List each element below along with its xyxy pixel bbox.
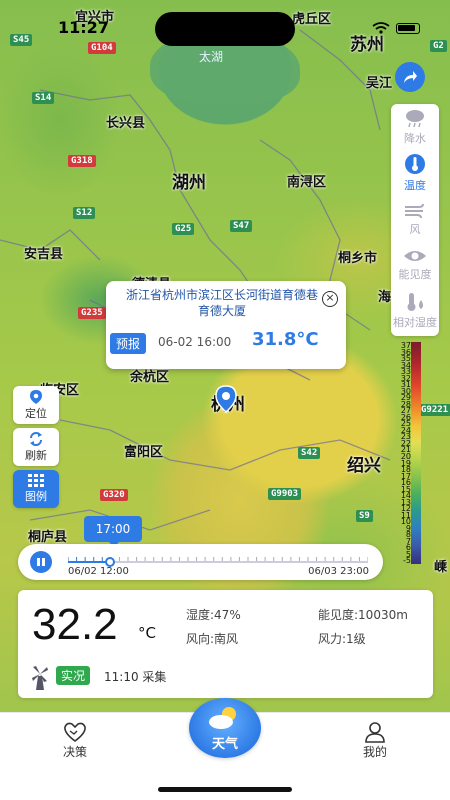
- road-shield: S14: [32, 92, 55, 104]
- wind-force-value: 风力:1级: [318, 632, 366, 646]
- place-label: 南浔区: [287, 175, 327, 190]
- share-arrow-icon: [404, 71, 417, 83]
- humidity-value: 湿度:47%: [186, 608, 241, 622]
- forecast-time: 06-02 16:00: [158, 335, 232, 349]
- observation-tag: 实况: [56, 666, 91, 685]
- observation-card: 32.2 °C 湿度:47% 能见度:10030m 风向:南风 风力:1级 实况…: [18, 590, 433, 698]
- observation-time: 11:10 采集: [104, 670, 167, 684]
- forecast-popup: 浙江省杭州市滨江区长河街道育德巷育德大厦 × 预报 06-02 16:00 31…: [106, 281, 346, 369]
- tool-label: 风: [409, 223, 421, 236]
- road-shield: S12: [73, 207, 96, 219]
- road-shield: S9: [356, 510, 373, 522]
- tool-label: 降水: [404, 132, 426, 145]
- nav-label: 决策: [62, 745, 87, 759]
- road-shield: G9221: [418, 404, 450, 416]
- wifi-icon: [372, 22, 390, 34]
- grid-icon: [28, 474, 44, 487]
- locate-label: 定位: [25, 407, 47, 420]
- tool-precipitation[interactable]: 降水: [391, 104, 439, 150]
- timeline-player: 06/02 12:00 06/03 23:00: [18, 544, 383, 580]
- sun-cloud-icon: [209, 707, 236, 729]
- share-button[interactable]: [395, 62, 425, 92]
- nav-label: 天气: [211, 737, 238, 752]
- battery-icon: [396, 22, 420, 34]
- tool-label: 温度: [404, 179, 426, 192]
- place-label: 桐乡市: [338, 251, 378, 266]
- nav-label: 我的: [362, 745, 387, 759]
- current-temperature: 32.2: [32, 600, 118, 649]
- legend-value: -5: [403, 556, 411, 566]
- status-time: 11:27: [58, 18, 109, 37]
- rain-cloud-icon: [406, 110, 424, 128]
- popup-address: 浙江省杭州市滨江区长河街道育德巷育德大厦: [125, 288, 318, 318]
- place-label: 海: [378, 290, 392, 305]
- map-layer-tools: 降水 温度 风 能见度 相对湿度: [391, 104, 439, 336]
- legend-label: 图例: [25, 490, 47, 503]
- home-indicator: [158, 787, 292, 792]
- place-label: 虎丘区: [292, 12, 332, 27]
- timeline-start: 06/02 12:00: [68, 566, 129, 577]
- road-shield: G320: [100, 489, 128, 501]
- tool-temperature[interactable]: 温度: [391, 150, 439, 196]
- location-pin-icon: [30, 390, 42, 404]
- nav-decision[interactable]: 决策: [45, 721, 105, 760]
- road-shield: G318: [68, 155, 96, 167]
- tool-wind[interactable]: 风: [391, 196, 439, 242]
- refresh-label: 刷新: [25, 449, 47, 462]
- user-icon: [365, 722, 385, 743]
- road-shield: G25: [172, 223, 195, 235]
- handshake-icon: [64, 722, 86, 742]
- temperature-legend: 37 36 35 34 33 32 31 30 29 28 27 26 25 24 23 22 21 20 19 18…: [397, 342, 421, 566]
- thermometer-icon: [405, 154, 425, 174]
- tool-humidity[interactable]: 相对湿度: [391, 288, 439, 334]
- nav-weather[interactable]: 天气: [189, 698, 261, 758]
- temperature-unit: °C: [138, 624, 156, 642]
- wind-icon: [405, 203, 424, 219]
- road-shield: G235: [78, 307, 106, 319]
- place-label: 安吉县: [24, 247, 64, 262]
- forecast-temperature: 31.8°C: [252, 329, 319, 350]
- wind-direction-value: 风向:南风: [186, 632, 239, 646]
- camera-notch: [155, 12, 295, 46]
- place-label: 桐庐县: [28, 530, 68, 545]
- forecast-tag: 预报: [110, 333, 147, 354]
- place-label: 嵊: [434, 560, 448, 575]
- close-icon[interactable]: ×: [322, 291, 338, 307]
- refresh-button[interactable]: 刷新: [13, 428, 59, 466]
- road-shield: G2: [430, 40, 447, 52]
- legend-button[interactable]: 图例: [13, 470, 59, 508]
- eye-icon: [404, 251, 426, 261]
- place-label: 绍兴: [347, 456, 381, 476]
- humidity-icon: [407, 293, 423, 311]
- nav-profile[interactable]: 我的: [345, 721, 405, 760]
- place-label: 湖州: [172, 173, 206, 193]
- legend-color-bar: [411, 342, 421, 564]
- road-shield: S42: [298, 447, 321, 459]
- pause-button[interactable]: [30, 551, 52, 573]
- timeline-end: 06/03 23:00: [308, 566, 369, 577]
- map-marker-icon[interactable]: [215, 385, 237, 413]
- tool-label: 能见度: [398, 268, 432, 281]
- status-icons: [372, 22, 420, 34]
- visibility-value: 能见度:10030m: [318, 608, 408, 622]
- tool-visibility[interactable]: 能见度: [391, 242, 439, 288]
- road-shield: S47: [230, 220, 253, 232]
- tool-label: 相对湿度: [393, 316, 437, 329]
- place-label: 长兴县: [106, 116, 146, 131]
- windmill-icon: [32, 666, 48, 690]
- road-shield: G104: [88, 42, 116, 54]
- road-shield: S45: [10, 34, 33, 46]
- locate-button[interactable]: 定位: [13, 386, 59, 424]
- timeline-progress: [68, 561, 110, 563]
- refresh-icon: [30, 432, 42, 446]
- place-label: 吴江: [366, 76, 393, 91]
- road-shield: G9903: [268, 488, 302, 500]
- place-label: 富阳区: [124, 445, 164, 460]
- timeline-current-time: 17:00: [84, 516, 142, 547]
